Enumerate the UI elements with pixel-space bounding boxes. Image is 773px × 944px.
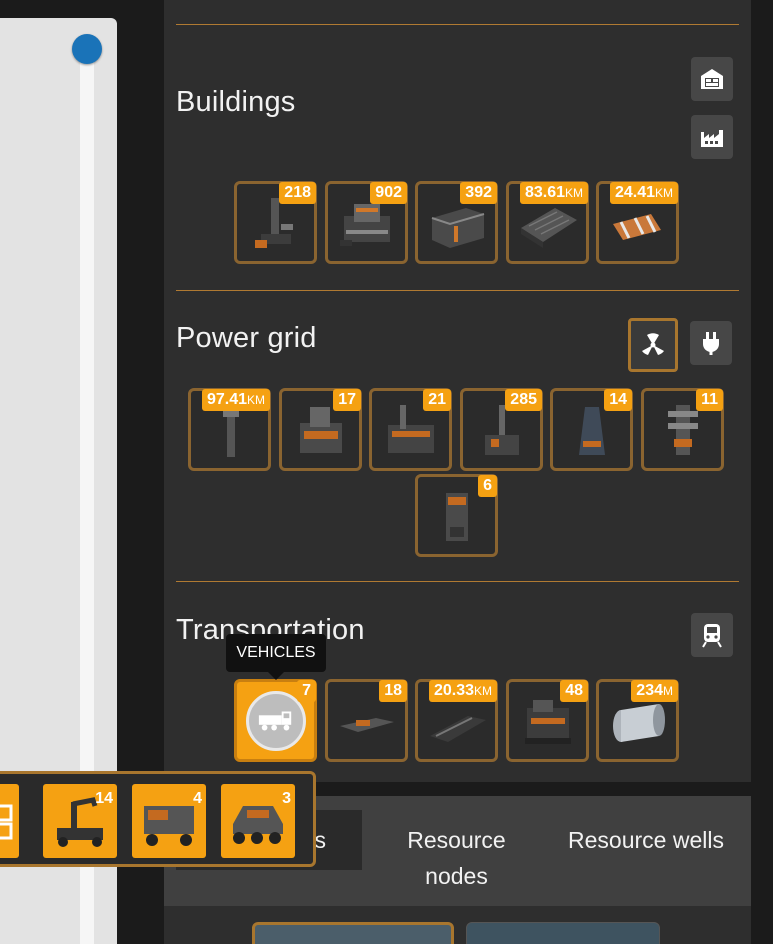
tractor-icon (144, 806, 194, 846)
buildings-title: Buildings (176, 86, 296, 118)
vehicles-tooltip: VEHICLES (226, 634, 326, 680)
submenu-item-3[interactable]: 3 (221, 784, 295, 858)
scrollbar-thumb[interactable] (72, 34, 102, 64)
transport-count-5: 234M (631, 680, 678, 702)
building-count-5: 24.41KM (609, 182, 678, 204)
power-count-1: 97.41KM (201, 389, 270, 411)
building-count-3: 392 (460, 182, 497, 204)
divider (176, 581, 739, 582)
power-count-7: 6 (478, 475, 497, 497)
vehicles-tile[interactable]: 7 (234, 679, 317, 762)
power-count-4: 285 (505, 389, 542, 411)
vehicles-count: 7 (297, 680, 316, 702)
transport-tile-3[interactable]: 20.33KM (415, 679, 498, 762)
power-count-3: 21 (423, 389, 451, 411)
building-tile-3[interactable]: 392 (415, 181, 498, 264)
divider (176, 290, 739, 291)
content-card-1[interactable] (252, 922, 454, 944)
power-tile-5[interactable]: 14 (550, 388, 633, 471)
submenu-item-1[interactable]: 14 (43, 784, 117, 858)
power-count-5: 14 (604, 389, 632, 411)
building-tile-2[interactable]: 902 (325, 181, 408, 264)
transport-tile-4[interactable]: 48 (506, 679, 589, 762)
power-tile-4[interactable]: 285 (460, 388, 543, 471)
power-count-2: 17 (333, 389, 361, 411)
vehicles-submenu: 14 4 3 (0, 771, 316, 867)
submenu-count-3: 3 (282, 790, 291, 807)
building-tile-4[interactable]: 83.61KM (506, 181, 589, 264)
transport-count-3: 20.33KM (428, 680, 497, 702)
power-tile-6[interactable]: 11 (641, 388, 724, 471)
storage-building-icon[interactable] (691, 57, 733, 101)
factory-icon[interactable] (691, 115, 733, 159)
radiation-icon[interactable] (628, 318, 678, 372)
building-tile-1[interactable]: 218 (234, 181, 317, 264)
tab-resource-nodes[interactable]: Resource nodes (384, 822, 529, 894)
content-card-2[interactable] (466, 922, 660, 944)
transport-tile-2[interactable]: 18 (325, 679, 408, 762)
power-count-6: 11 (696, 389, 723, 411)
train-icon[interactable] (691, 613, 733, 657)
submenu-item-2[interactable]: 4 (132, 784, 206, 858)
power-tile-7[interactable]: 6 (415, 474, 498, 557)
power-grid-title: Power grid (176, 322, 317, 354)
building-count-4: 83.61KM (519, 182, 588, 204)
power-tile-3[interactable]: 21 (369, 388, 452, 471)
explorer-icon (233, 806, 283, 844)
vehicle-icon (0, 804, 13, 840)
content-area (164, 906, 751, 944)
divider (176, 24, 739, 25)
tab-resource-wells[interactable]: Resource wells (559, 822, 733, 858)
transport-count-4: 48 (560, 680, 588, 702)
submenu-count-1: 14 (95, 790, 113, 807)
submenu-count-2: 4 (193, 790, 202, 807)
power-tile-2[interactable]: 17 (279, 388, 362, 471)
building-tile-5[interactable]: 24.41KM (596, 181, 679, 264)
power-plug-icon[interactable] (690, 321, 732, 365)
power-tile-1[interactable]: 97.41KM (188, 388, 271, 471)
transport-tile-5[interactable]: 234M (596, 679, 679, 762)
building-count-2: 902 (370, 182, 407, 204)
transport-count-2: 18 (379, 680, 407, 702)
building-count-1: 218 (279, 182, 316, 204)
submenu-item-0[interactable] (0, 784, 19, 858)
